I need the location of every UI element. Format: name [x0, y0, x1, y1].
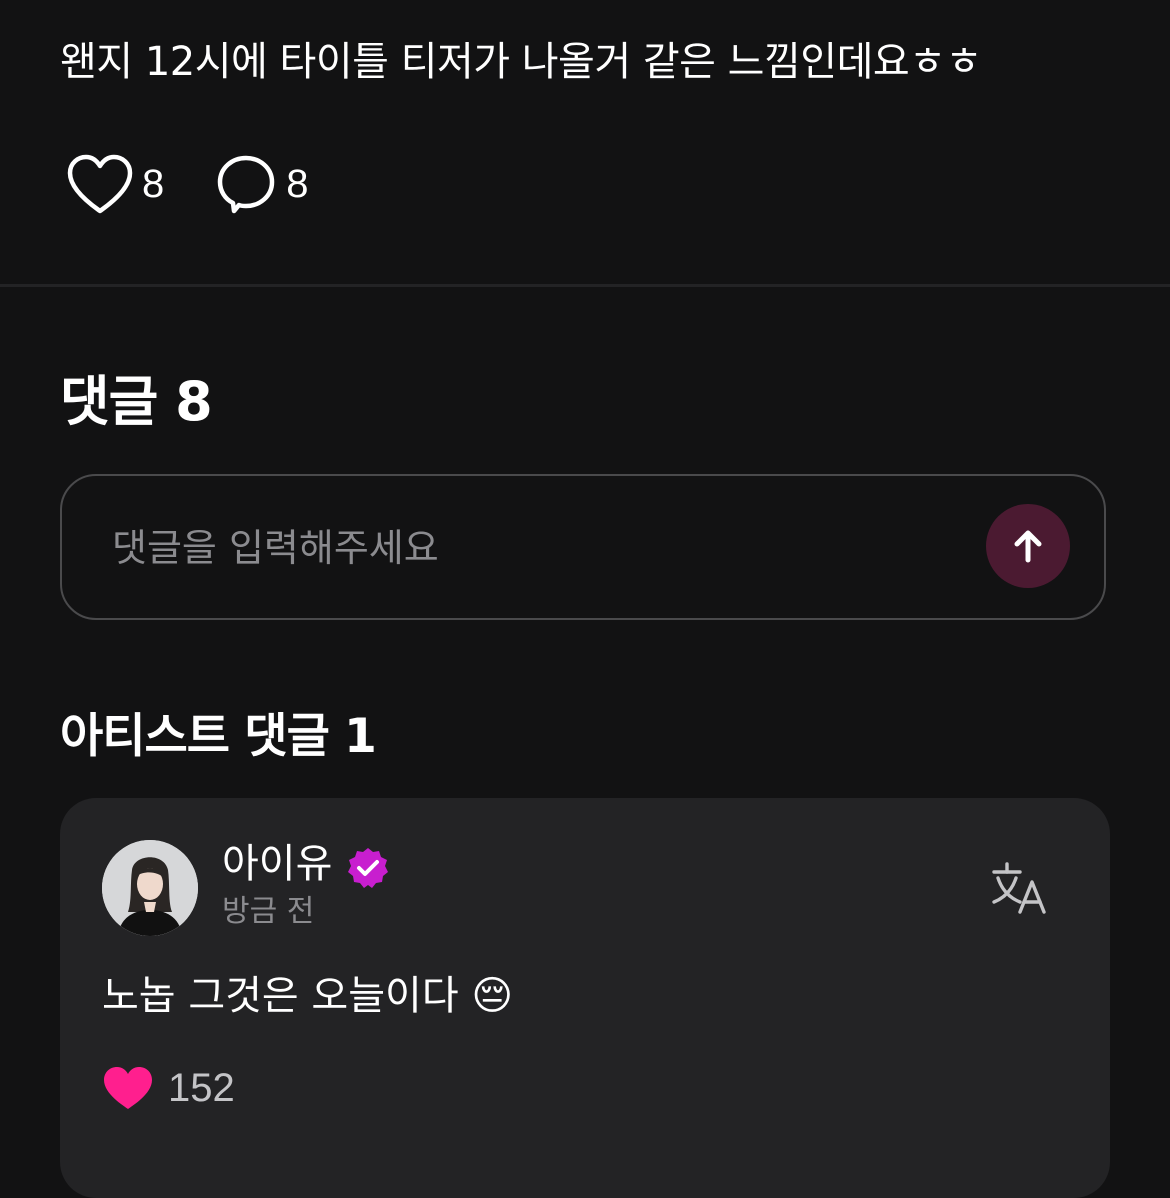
arrow-up-icon	[1014, 530, 1042, 563]
heart-outline-icon	[67, 154, 133, 214]
comment-button[interactable]: 8	[214, 153, 309, 215]
translate-icon[interactable]	[990, 858, 1050, 918]
comment-like-button[interactable]: 152	[102, 1062, 235, 1114]
avatar-image	[102, 840, 198, 936]
post-actions: 8 8	[66, 152, 309, 216]
avatar[interactable]	[102, 840, 198, 936]
comments-title: 댓글 8	[60, 370, 213, 433]
comment-like-count: 152	[168, 1066, 235, 1110]
author-name: 아이유	[222, 841, 333, 887]
comment-input-box	[60, 474, 1106, 620]
comment-count: 8	[286, 162, 309, 206]
like-button[interactable]: 8	[66, 153, 164, 215]
heart-filled-icon	[104, 1067, 152, 1109]
comment-input[interactable]	[112, 520, 912, 576]
artist-comments-title: 아티스트 댓글 1	[60, 709, 377, 764]
comment-text: 노놉 그것은 오늘이다 😔	[102, 973, 514, 1019]
send-button[interactable]	[986, 504, 1070, 588]
like-count: 8	[142, 162, 165, 206]
divider	[0, 284, 1170, 287]
speech-bubble-icon	[218, 155, 275, 214]
post-text: 왠지 12시에 타이틀 티저가 나올거 같은 느낌인데요ㅎㅎ	[60, 39, 982, 85]
artist-comment-card: 아이유 방금 전 노놉 그것은 오늘이다 😔 152	[60, 798, 1110, 1198]
comment-timestamp: 방금 전	[222, 894, 315, 929]
verified-badge-icon	[348, 848, 388, 888]
